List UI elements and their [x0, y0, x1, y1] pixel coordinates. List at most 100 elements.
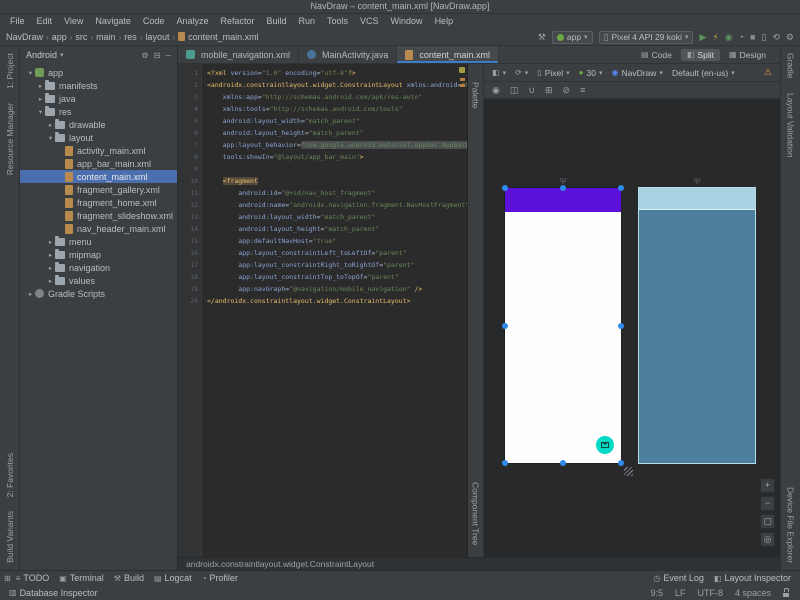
tool-window-button-todo[interactable]: ≡TODO	[11, 573, 55, 583]
warning-stripe-mark[interactable]	[460, 84, 465, 87]
tool-window-button-build-variants[interactable]: Build Variants	[5, 511, 15, 563]
event-log-button[interactable]: ◷Event Log	[648, 573, 709, 583]
blueprint-preview[interactable]: Ψ	[638, 187, 756, 464]
breadcrumb-item-content-main-xml[interactable]: content_main.xml	[178, 32, 259, 42]
default-margins-icon[interactable]: ⊞	[545, 85, 553, 96]
project-view-selector[interactable]: Android	[26, 50, 57, 60]
breadcrumb-element[interactable]: androidx.constraintlayout.widget.Constra…	[186, 559, 374, 569]
target-device-selector[interactable]: ▯Pixel 4 API 29 koki▾	[599, 31, 694, 44]
menu-build[interactable]: Build	[260, 14, 292, 29]
editor-tab-mainactivity-java[interactable]: MainActivity.java	[299, 46, 397, 63]
tool-window-button-build[interactable]: ⚒Build	[109, 573, 149, 583]
breadcrumb-item-main[interactable]: main	[96, 32, 116, 42]
selection-handle[interactable]	[560, 460, 566, 466]
guidelines-icon[interactable]: ≡	[580, 85, 585, 95]
api-version-selector[interactable]: ●30▾	[579, 68, 603, 78]
tree-item-content-main-xml[interactable]: content_main.xml	[20, 170, 177, 183]
menu-navigate[interactable]: Navigate	[89, 14, 137, 29]
editor-gutter[interactable]: 1234567891011121314151617181920	[178, 64, 202, 557]
palette-tab[interactable]: Palette	[471, 82, 481, 108]
tool-window-button-1-project[interactable]: 1: Project	[5, 53, 15, 89]
tool-window-button-terminal[interactable]: ▣Terminal	[54, 573, 109, 583]
tree-item-fragment-slideshow-xml[interactable]: fragment_slideshow.xml	[20, 209, 177, 222]
tree-item-java[interactable]: ▸java	[20, 92, 177, 105]
selection-handle[interactable]	[618, 185, 624, 191]
selection-handle[interactable]	[618, 323, 624, 329]
settings-button[interactable]: ⚙	[786, 31, 794, 44]
locale-selector[interactable]: Default (en-us)▾	[672, 68, 735, 78]
design-surface-selector[interactable]: ◧▾	[492, 68, 506, 77]
zoom-out-button[interactable]: −	[760, 496, 775, 511]
tool-window-button-logcat[interactable]: ▤Logcat	[149, 573, 197, 583]
tree-item-nav-header-main-xml[interactable]: nav_header_main.xml	[20, 222, 177, 235]
view-options-icon[interactable]: ◉	[492, 85, 500, 96]
tree-item-app-bar-main-xml[interactable]: app_bar_main.xml	[20, 157, 177, 170]
tree-item-gradle-scripts[interactable]: ▸Gradle Scripts	[20, 287, 177, 300]
menu-code[interactable]: Code	[137, 14, 171, 29]
magnet-autoconnect-icon[interactable]: ∪	[528, 85, 535, 96]
tool-window-button-profiler[interactable]: ◔Profiler	[197, 573, 243, 583]
tree-item-layout[interactable]: ▾layout	[20, 131, 177, 144]
orientation-selector[interactable]: ⟳▾	[515, 68, 528, 77]
menu-run[interactable]: Run	[293, 14, 322, 29]
editor-tab-mobile-navigation-xml[interactable]: mobile_navigation.xml	[178, 46, 299, 63]
breadcrumb-item-app[interactable]: app	[52, 32, 67, 42]
tree-item-activity-main-xml[interactable]: activity_main.xml	[20, 144, 177, 157]
tree-item-app[interactable]: ▾app	[20, 66, 177, 79]
fab-button[interactable]	[596, 436, 614, 454]
selection-handle[interactable]	[560, 185, 566, 191]
build-project-button[interactable]: ⚒	[538, 31, 546, 44]
tool-window-button-2-favorites[interactable]: 2: Favorites	[5, 453, 15, 497]
layout-inspector-button[interactable]: ◧Layout Inspector	[709, 573, 796, 583]
menu-file[interactable]: File	[4, 14, 31, 29]
tree-item-fragment-gallery-xml[interactable]: fragment_gallery.xml	[20, 183, 177, 196]
readonly-lock-icon[interactable]	[783, 588, 790, 597]
pan-to-selection-button[interactable]: ◎	[760, 532, 775, 547]
menu-analyze[interactable]: Analyze	[170, 14, 214, 29]
device-manager-button[interactable]: ▯	[761, 31, 766, 44]
selection-handle[interactable]	[502, 185, 508, 191]
hide-panel-icon[interactable]: ─	[165, 51, 171, 60]
mode-tab-code[interactable]: ▤Code	[635, 49, 678, 61]
breadcrumb-item-res[interactable]: res	[124, 32, 137, 42]
menu-tools[interactable]: Tools	[321, 14, 354, 29]
tool-window-button-database-inspector[interactable]: ▥Database Inspector	[4, 588, 103, 598]
breadcrumb-item-src[interactable]: src	[75, 32, 87, 42]
apply-changes-button[interactable]: ⚡	[712, 31, 718, 44]
preview-resize-handle[interactable]	[624, 467, 633, 476]
tool-windows-quick-access-icon[interactable]: ⊞	[4, 574, 11, 583]
mode-tab-split[interactable]: ◧Split	[681, 49, 720, 61]
sync-gradle-button[interactable]: ⟲	[772, 31, 780, 44]
zoom-to-fit-button[interactable]: ▢	[760, 514, 775, 529]
inspection-status-indicator[interactable]	[459, 67, 465, 73]
mode-tab-design[interactable]: ▦Design	[723, 49, 772, 61]
blueprint-mode-icon[interactable]: ◫	[510, 85, 519, 96]
tree-item-fragment-home-xml[interactable]: fragment_home.xml	[20, 196, 177, 209]
warning-stripe-mark[interactable]	[460, 78, 465, 81]
menu-edit[interactable]: Edit	[31, 14, 59, 29]
design-preview[interactable]: Ψ	[504, 187, 622, 464]
tool-window-button-resource-manager[interactable]: Resource Manager	[5, 103, 15, 175]
tree-item-values[interactable]: ▸values	[20, 274, 177, 287]
profile-button[interactable]: ◔	[739, 31, 744, 44]
selection-handle[interactable]	[502, 460, 508, 466]
selection-handle[interactable]	[502, 323, 508, 329]
selection-handle[interactable]	[618, 460, 624, 466]
breadcrumb-item-layout[interactable]: layout	[145, 32, 169, 42]
clear-constraints-icon[interactable]: ⊘	[563, 85, 571, 96]
warnings-indicator[interactable]: ⚠	[764, 67, 772, 78]
tool-window-button-gradle[interactable]: Gradle	[786, 53, 796, 79]
breadcrumb-item-navdraw[interactable]: NavDraw	[6, 32, 43, 42]
device-selector[interactable]: ▯Pixel▾	[537, 68, 569, 78]
tool-window-button-layout-validation[interactable]: Layout Validation	[786, 93, 796, 158]
menu-vcs[interactable]: VCS	[354, 14, 385, 29]
run-configuration-selector[interactable]: app▾	[552, 31, 593, 44]
collapse-all-icon[interactable]: ⊟	[154, 51, 161, 60]
stop-button[interactable]: ■	[750, 31, 755, 44]
code-editor-pane[interactable]: 1234567891011121314151617181920 <?xml ve…	[178, 64, 468, 557]
code-editor[interactable]: <?xml version="1.0" encoding="utf-8"?><a…	[202, 64, 467, 557]
project-tree[interactable]: ▾app▸manifests▸java▾res▸drawable▾layouta…	[20, 64, 177, 570]
menu-window[interactable]: Window	[385, 14, 429, 29]
menu-help[interactable]: Help	[429, 14, 460, 29]
component-tree-tab[interactable]: Component Tree	[471, 482, 481, 545]
